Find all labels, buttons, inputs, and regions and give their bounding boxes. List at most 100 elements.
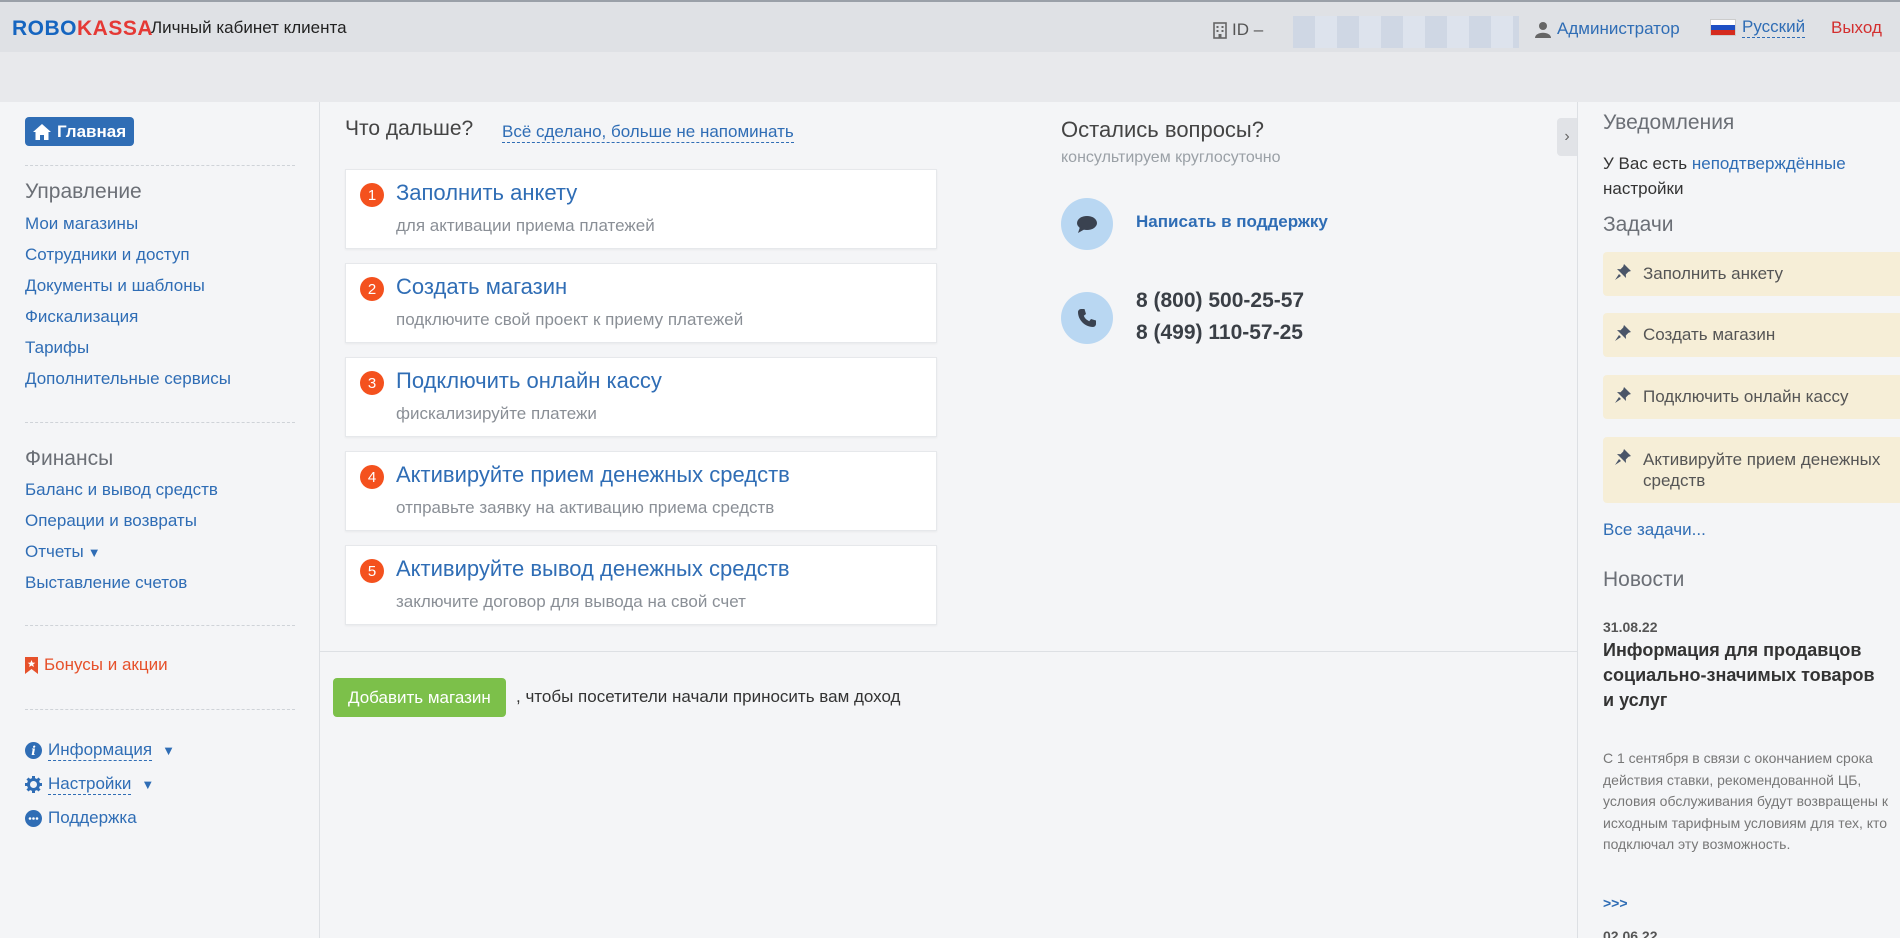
right-panel: Уведомления У Вас есть неподтверждённые … bbox=[1577, 102, 1900, 938]
sidebar-divider bbox=[25, 165, 295, 166]
account-id-label: ID – bbox=[1232, 20, 1264, 39]
sidebar-item-operations[interactable]: Операции и возвраты bbox=[25, 511, 197, 531]
news-more-link[interactable]: >>> bbox=[1603, 895, 1628, 911]
task-label: Заполнить анкету bbox=[1643, 264, 1784, 283]
sidebar-item-tariffs[interactable]: Тарифы bbox=[25, 338, 89, 358]
news-date: 31.08.22 bbox=[1603, 619, 1658, 635]
left-sidebar: Главная Управление Мои магазины Сотрудни… bbox=[0, 102, 320, 938]
settings-label: Настройки bbox=[48, 774, 132, 795]
svg-text:i: i bbox=[31, 744, 36, 758]
task-item[interactable]: Создать магазин bbox=[1603, 313, 1900, 357]
step-card[interactable]: 4 Активируйте прием денежных средств отп… bbox=[345, 451, 937, 531]
task-label: Создать магазин bbox=[1643, 325, 1776, 344]
account-id-redacted bbox=[1293, 16, 1519, 48]
sidebar-item-documents[interactable]: Документы и шаблоны bbox=[25, 276, 205, 296]
step-number: 5 bbox=[360, 559, 384, 583]
user-menu[interactable]: Администратор bbox=[1535, 19, 1680, 39]
questions-title: Остались вопросы? bbox=[1061, 117, 1264, 142]
next-steps-title: Что дальше? bbox=[345, 117, 474, 140]
management-title: Управление bbox=[25, 180, 142, 203]
news-body: С 1 сентября в связи с окончанием срока … bbox=[1603, 750, 1888, 852]
bonuses-label: Бонусы и акции bbox=[44, 655, 168, 674]
bookmark-icon bbox=[25, 656, 38, 674]
notifications-title: Уведомления bbox=[1603, 111, 1735, 134]
pin-icon bbox=[1615, 449, 1631, 465]
unconfirmed-settings-link[interactable]: неподтверждённые bbox=[1692, 154, 1846, 173]
step-card[interactable]: 3 Подключить онлайн кассу фискализируйте… bbox=[345, 357, 937, 437]
add-shop-hint: , чтобы посетители начали приносить вам … bbox=[516, 687, 901, 706]
info-icon: i bbox=[25, 742, 42, 759]
step-number: 4 bbox=[360, 465, 384, 489]
sidebar-item-extra-services[interactable]: Дополнительные сервисы bbox=[25, 369, 231, 389]
phone-icon bbox=[1061, 292, 1113, 344]
home-label: Главная bbox=[57, 121, 127, 141]
task-label: Подключить онлайн кассу bbox=[1643, 387, 1849, 406]
home-icon bbox=[33, 123, 51, 140]
task-item[interactable]: Подключить онлайн кассу bbox=[1603, 375, 1900, 419]
reports-label: Отчеты bbox=[25, 542, 84, 561]
step-subtitle: фискализируйте платежи bbox=[396, 404, 597, 423]
sidebar-item-bonuses[interactable]: Бонусы и акции bbox=[25, 655, 168, 675]
user-name: Администратор bbox=[1557, 19, 1680, 38]
pin-icon bbox=[1615, 264, 1631, 280]
pin-icon bbox=[1615, 387, 1631, 403]
information-label: Информация bbox=[48, 740, 153, 761]
user-icon bbox=[1535, 21, 1551, 38]
chevron-right-icon: › bbox=[1564, 128, 1570, 145]
sidebar-item-staff-access[interactable]: Сотрудники и доступ bbox=[25, 245, 190, 265]
step-number: 2 bbox=[360, 277, 384, 301]
step-title[interactable]: Активируйте вывод денежных средств bbox=[396, 556, 790, 582]
step-title[interactable]: Заполнить анкету bbox=[396, 180, 577, 206]
sidebar-item-balance[interactable]: Баланс и вывод средств bbox=[25, 480, 218, 500]
logout-link[interactable]: Выход bbox=[1831, 18, 1882, 38]
sidebar-divider bbox=[25, 625, 295, 626]
task-label: Активируйте прием денежных средств bbox=[1643, 450, 1881, 490]
finance-title: Финансы bbox=[25, 447, 114, 470]
logo-kassa: KASSA bbox=[77, 17, 154, 40]
news-headline[interactable]: Информация для продавцов социально-значи… bbox=[1603, 638, 1883, 713]
step-number: 3 bbox=[360, 371, 384, 395]
home-button[interactable]: Главная bbox=[25, 117, 135, 146]
language-label: Русский bbox=[1742, 17, 1806, 38]
robokassa-logo[interactable]: ROBOKASSA bbox=[12, 17, 153, 41]
step-title[interactable]: Активируйте прием денежных средств bbox=[396, 462, 790, 488]
phone-number[interactable]: 8 (800) 500-25-57 bbox=[1136, 289, 1304, 313]
all-tasks-link[interactable]: Все задачи... bbox=[1603, 520, 1706, 540]
sidebar-divider bbox=[25, 422, 295, 423]
sidebar-item-invoices[interactable]: Выставление счетов bbox=[25, 573, 187, 593]
sidebar-divider bbox=[25, 709, 295, 710]
add-shop-button[interactable]: Добавить магазин bbox=[333, 678, 506, 717]
step-subtitle: заключите договор для вывода на свой сче… bbox=[396, 592, 746, 611]
sidebar-item-information[interactable]: i Информация ▼ bbox=[25, 740, 175, 761]
step-card[interactable]: 5 Активируйте вывод денежных средств зак… bbox=[345, 545, 937, 625]
sidebar-item-reports[interactable]: Отчеты ▼ bbox=[25, 542, 101, 562]
cabinet-title: Личный кабинет клиента bbox=[151, 18, 347, 37]
main-content: Что дальше? Всё сделано, больше не напом… bbox=[320, 102, 1577, 938]
step-card[interactable]: 2 Создать магазин подключите свой проект… bbox=[345, 263, 937, 343]
gear-icon bbox=[25, 776, 42, 793]
task-item[interactable]: Заполнить анкету bbox=[1603, 252, 1900, 296]
russian-flag-icon bbox=[1710, 19, 1736, 36]
support-label: Поддержка bbox=[48, 808, 137, 827]
chat-icon[interactable] bbox=[1061, 198, 1113, 250]
step-title[interactable]: Создать магазин bbox=[396, 274, 567, 300]
language-selector[interactable]: Русский bbox=[1710, 17, 1806, 38]
step-subtitle: для активации приема платежей bbox=[396, 216, 655, 235]
collapse-panel-button[interactable]: › bbox=[1557, 118, 1577, 156]
step-title[interactable]: Подключить онлайн кассу bbox=[396, 368, 662, 394]
phone-number[interactable]: 8 (499) 110-57-25 bbox=[1136, 321, 1303, 345]
sidebar-item-support[interactable]: Поддержка bbox=[25, 808, 137, 828]
task-item[interactable]: Активируйте прием денежных средств bbox=[1603, 437, 1900, 503]
sidebar-item-my-shops[interactable]: Мои магазины bbox=[25, 214, 138, 234]
caret-down-icon: ▼ bbox=[141, 777, 155, 792]
sidebar-item-settings[interactable]: Настройки ▼ bbox=[25, 774, 154, 795]
building-icon bbox=[1213, 21, 1227, 39]
caret-down-icon: ▼ bbox=[162, 743, 175, 758]
sidebar-item-fiscalization[interactable]: Фискализация bbox=[25, 307, 138, 327]
pin-icon bbox=[1615, 325, 1631, 341]
step-card[interactable]: 1 Заполнить анкету для активации приема … bbox=[345, 169, 937, 249]
write-support-link[interactable]: Написать в поддержку bbox=[1136, 212, 1328, 232]
caret-down-icon: ▼ bbox=[87, 545, 101, 560]
step-subtitle: отправьте заявку на активацию приема сре… bbox=[396, 498, 775, 517]
dismiss-reminders-link[interactable]: Всё сделано, больше не напоминать bbox=[502, 122, 794, 143]
